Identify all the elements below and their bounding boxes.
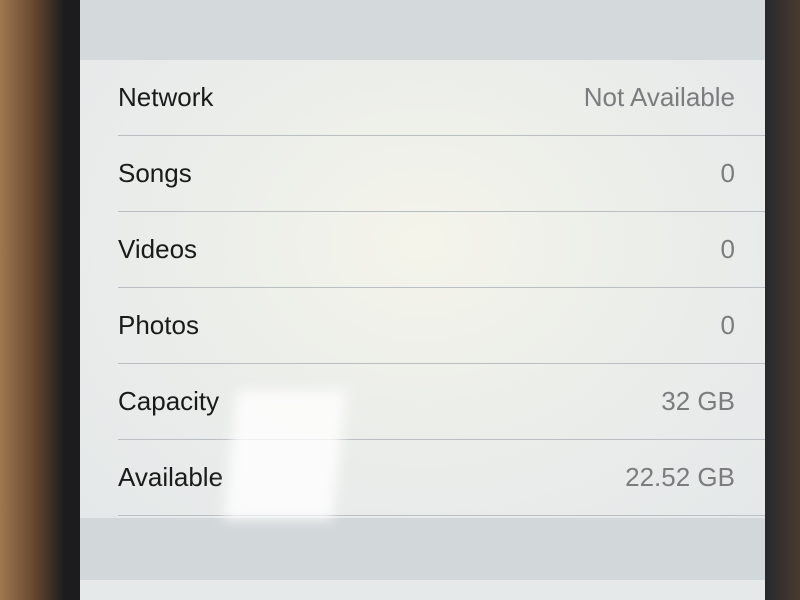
about-list: Network Not Available Songs 0 Videos 0 P… [80,60,765,518]
songs-label: Songs [118,158,192,188]
row-songs: Songs 0 [118,136,765,212]
photos-value: 0 [720,310,735,340]
photos-label: Photos [118,310,199,340]
available-label: Available [118,462,224,492]
row-videos: Videos 0 [118,212,765,288]
phone-photo: Network Not Available Songs 0 Videos 0 P… [0,0,800,600]
row-network: Network Not Available [118,60,765,136]
row-capacity: Capacity 32 GB [118,364,765,440]
row-available: Available 22.52 GB [118,440,765,516]
row-photos: Photos 0 [118,288,765,364]
capacity-label: Capacity [118,386,220,416]
previous-section [80,0,765,60]
about-screen: Network Not Available Songs 0 Videos 0 P… [80,0,765,600]
capacity-value: 32 GB [661,386,735,416]
available-value: 22.52 GB [625,462,735,492]
section-gap [80,518,765,600]
next-section-cell [80,580,765,600]
network-label: Network [118,82,214,112]
songs-value: 0 [720,158,735,188]
videos-value: 0 [720,234,735,264]
videos-label: Videos [118,234,198,264]
network-value: Not Available [583,82,735,112]
